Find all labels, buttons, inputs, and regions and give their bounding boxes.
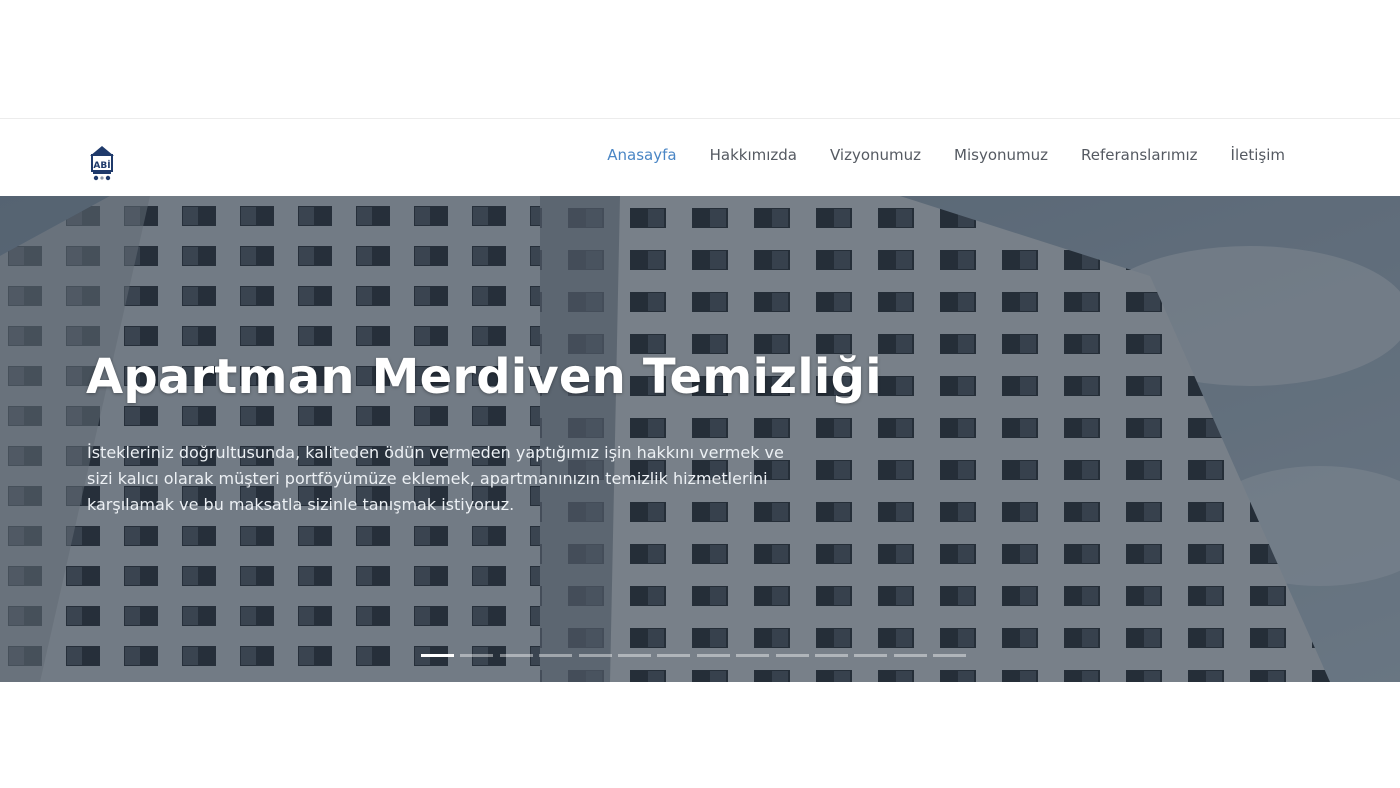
carousel-indicators <box>421 654 972 657</box>
carousel-indicator[interactable] <box>539 654 573 657</box>
carousel-indicator[interactable] <box>617 654 651 657</box>
logo-text: ABİ <box>93 160 110 171</box>
hero-carousel[interactable] <box>0 196 1400 682</box>
carousel-indicator[interactable] <box>696 654 730 657</box>
carousel-indicator[interactable] <box>854 654 888 657</box>
carousel-indicator[interactable] <box>933 654 967 657</box>
nav-item-misyonumuz[interactable]: Misyonumuz <box>954 145 1048 165</box>
hero-background-image <box>0 196 1400 682</box>
top-blank-bar <box>0 0 1400 119</box>
main-nav: Anasayfa Hakkımızda Vizyonumuz Misyonumu… <box>574 145 1285 165</box>
nav-item-vizyonumuz[interactable]: Vizyonumuz <box>830 145 921 165</box>
carousel-indicator[interactable] <box>460 654 494 657</box>
carousel-indicator[interactable] <box>578 654 612 657</box>
carousel-indicator[interactable] <box>421 654 454 657</box>
carousel-indicator[interactable] <box>736 654 770 657</box>
hero-title: Apartman Merdiven Temizliği <box>86 349 882 405</box>
carousel-indicator[interactable] <box>499 654 533 657</box>
hero-description: İstekleriniz doğrultusunda, kaliteden öd… <box>87 443 784 514</box>
nav-item-iletisim[interactable]: İletişim <box>1231 145 1285 165</box>
carousel-indicator[interactable] <box>814 654 848 657</box>
carousel-indicator[interactable] <box>657 654 691 657</box>
carousel-indicator[interactable] <box>893 654 927 657</box>
nav-item-anasayfa[interactable]: Anasayfa <box>607 145 676 165</box>
content-area <box>0 682 1400 788</box>
nav-item-referanslarimiz[interactable]: Referanslarımız <box>1081 145 1198 165</box>
building-logo-icon[interactable]: ABİ <box>88 144 116 182</box>
carousel-indicator[interactable] <box>775 654 809 657</box>
nav-item-hakkimizda[interactable]: Hakkımızda <box>710 145 797 165</box>
